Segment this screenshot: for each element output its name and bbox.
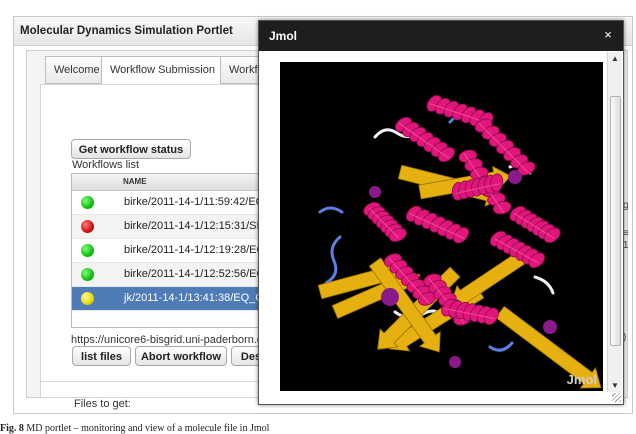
- jmol-dialog: Jmol × Jmol ▲ ▼: [258, 20, 624, 405]
- purple-accent: [381, 288, 399, 306]
- list-files-button[interactable]: list files: [72, 346, 131, 366]
- loop-coil: [533, 275, 555, 295]
- loop-coil: [324, 235, 342, 285]
- files-to-get-label: Files to get:: [74, 398, 131, 410]
- purple-accent: [543, 320, 557, 334]
- resize-grip-icon[interactable]: [612, 393, 621, 402]
- status-yellow-icon: [81, 292, 94, 305]
- table-row[interactable]: jk/2011-14-1/13:41:38/EQ_Gr: [72, 287, 272, 311]
- workflow-name: jk/2011-14-1/13:41:38/EQ_Gr: [124, 292, 268, 304]
- workflow-name: birke/2011-14-1/12:52:56/EQ_: [124, 268, 272, 280]
- purple-accent: [449, 356, 461, 368]
- table-row[interactable]: birke/2011-14-1/12:15:31/SIN: [72, 215, 272, 239]
- tab-welcome[interactable]: Welcome: [45, 56, 109, 84]
- table-header-name: NAME: [72, 174, 272, 191]
- get-workflow-status-button[interactable]: Get workflow status: [71, 139, 191, 159]
- scrollbar-thumb[interactable]: [610, 96, 621, 346]
- server-url: https://unicore6-bisgrid.uni-paderborn.d…: [71, 334, 273, 346]
- purple-accent: [508, 170, 522, 184]
- alpha-helix-highlight: [478, 122, 530, 174]
- figure-caption: Fig. 8 MD portlet – monitoring and view …: [0, 423, 269, 434]
- vertical-scrollbar[interactable]: ▲ ▼: [607, 52, 622, 392]
- jmol-title: Jmol: [259, 21, 623, 51]
- molecule-viewer[interactable]: Jmol: [280, 62, 603, 391]
- status-red-icon: [81, 220, 94, 233]
- workflow-name: birke/2011-14-1/11:59:42/EQ_: [124, 196, 271, 208]
- workflow-name: birke/2011-14-1/12:19:28/EQ_: [124, 244, 272, 256]
- tab-workflow-submission[interactable]: Workflow Submission: [101, 56, 224, 84]
- table-row[interactable]: birke/2011-14-1/11:59:42/EQ_: [72, 191, 272, 215]
- loop-coil: [488, 341, 514, 352]
- jmol-watermark: Jmol: [566, 372, 597, 387]
- close-icon[interactable]: ×: [601, 28, 615, 42]
- status-green-icon: [81, 196, 94, 209]
- scroll-up-icon[interactable]: ▲: [611, 54, 619, 63]
- workflows-list-label: Workflows list: [72, 159, 140, 171]
- table-row[interactable]: birke/2011-14-1/12:52:56/EQ_: [72, 263, 272, 287]
- workflows-table: NAME birke/2011-14-1/11:59:42/EQ_ birke/2…: [71, 173, 273, 328]
- purple-accent: [369, 186, 381, 198]
- status-green-icon: [81, 268, 94, 281]
- table-row[interactable]: birke/2011-14-1/12:19:28/EQ_: [72, 239, 272, 263]
- caption-text: MD portlet – monitoring and view of a mo…: [23, 423, 270, 434]
- protein-cartoon: [317, 95, 602, 389]
- section-divider: [41, 381, 261, 382]
- figure-number: Fig. 8: [0, 423, 24, 434]
- workflow-name: birke/2011-14-1/12:15:31/SIN: [124, 220, 268, 232]
- status-green-icon: [81, 244, 94, 257]
- loop-coil: [318, 206, 344, 214]
- scroll-down-icon[interactable]: ▼: [611, 381, 619, 390]
- abort-workflow-button[interactable]: Abort workflow: [135, 346, 227, 366]
